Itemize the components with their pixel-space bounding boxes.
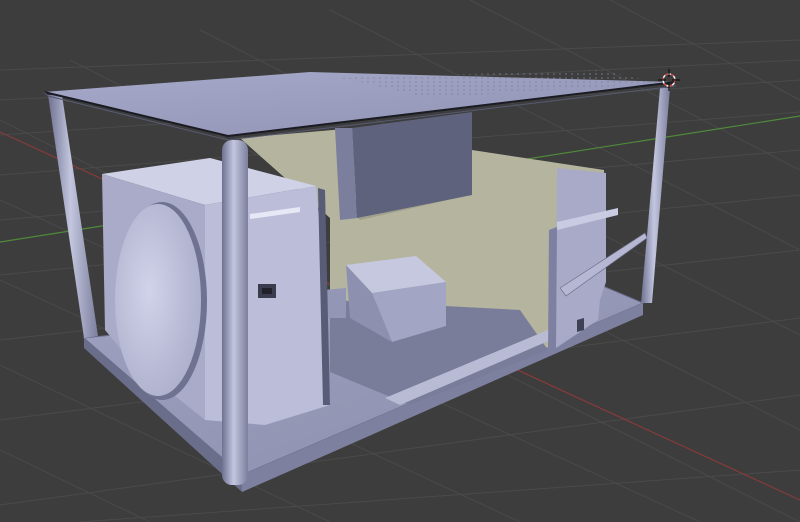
viewport-scene[interactable] [0,0,800,522]
kiosk-model[interactable] [43,70,677,492]
drum-face [115,204,201,396]
post-back-right [641,88,670,303]
right-cabinet-side [548,227,557,352]
3d-viewport[interactable] [0,0,800,522]
post-back-left [48,95,98,338]
post-front-left [222,140,248,485]
right-cabinet-slot [577,318,584,332]
machine-card-reader-inner [262,288,272,294]
